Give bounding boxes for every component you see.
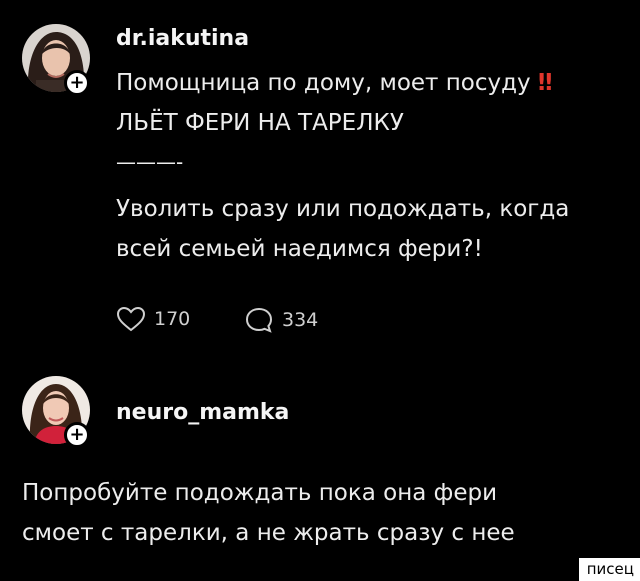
username[interactable]: dr.iakutina — [116, 26, 249, 51]
post-text-line-2: ЛЬЁТ ФЕРИ НА ТАРЕЛКУ — [116, 110, 404, 136]
post-divider: ———- — [116, 150, 184, 174]
post-text-line-3: Уволить сразу или подождать, когда — [116, 196, 570, 222]
double-exclamation-emoji-icon: ‼ — [537, 70, 553, 96]
watermark: писец — [578, 558, 640, 581]
heart-icon — [116, 306, 146, 332]
post-text: Помощница по дому, моет посуду — [116, 70, 531, 96]
comment-count: 334 — [282, 309, 319, 331]
avatar-dr-iakutina[interactable]: + — [22, 24, 90, 96]
reply-text-line-1: Попробуйте подождать пока она фери — [22, 480, 498, 506]
follow-plus-icon[interactable]: + — [64, 422, 90, 448]
comment-bubble-icon — [245, 307, 273, 333]
post-text-line-4: всей семьей наедимся фери?! — [116, 236, 483, 262]
comment-button[interactable]: 334 — [244, 306, 318, 334]
post-text-line-1: Помощница по дому, моет посуду ‼ — [116, 70, 552, 96]
avatar-neuro-mamka[interactable]: + — [22, 376, 90, 448]
username[interactable]: neuro_mamka — [116, 400, 289, 425]
like-count: 170 — [154, 308, 191, 330]
reply-text-line-2: смоет с тарелки, а не жрать сразу с нее — [22, 520, 515, 546]
follow-plus-icon[interactable]: + — [64, 70, 90, 96]
like-button[interactable]: 170 — [116, 306, 190, 332]
